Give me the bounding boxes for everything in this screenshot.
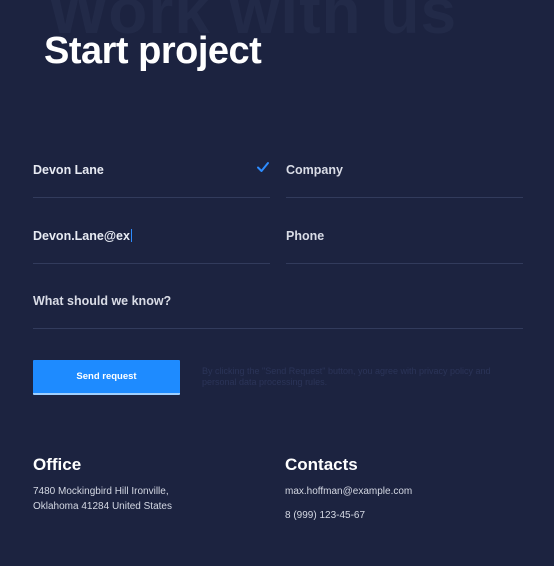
message-placeholder: What should we know? [33,294,172,308]
start-project-page: Work with us Start project Devon Lane Co… [0,0,554,566]
page-title: Start project [44,30,262,72]
phone-field[interactable]: Phone [286,223,523,264]
message-field[interactable]: What should we know? [33,288,523,329]
name-field[interactable]: Devon Lane [33,157,270,198]
contact-email[interactable]: max.hoffman@example.com [285,484,412,499]
email-input-value: Devon.Lane@ex [33,229,132,243]
office-address-line1: 7480 Mockingbird Hill Ironville, [33,486,169,497]
contacts-title: Contacts [285,455,358,474]
office-address: 7480 Mockingbird Hill Ironville, Oklahom… [33,484,172,514]
privacy-disclaimer: By clicking the "Send Request" button, y… [202,366,491,387]
text-caret [130,229,132,242]
send-request-button[interactable]: Send request [33,360,180,395]
office-title: Office [33,455,82,474]
email-field[interactable]: Devon.Lane@ex [33,223,270,264]
checkmark-icon [257,162,269,172]
phone-placeholder: Phone [286,229,325,243]
contact-phone[interactable]: 8 (999) 123-45-67 [285,508,365,523]
name-input-value: Devon Lane [33,163,104,177]
office-address-line2: Oklahoma 41284 United States [33,501,172,512]
company-field[interactable]: Company [286,157,523,198]
company-placeholder: Company [286,163,343,177]
